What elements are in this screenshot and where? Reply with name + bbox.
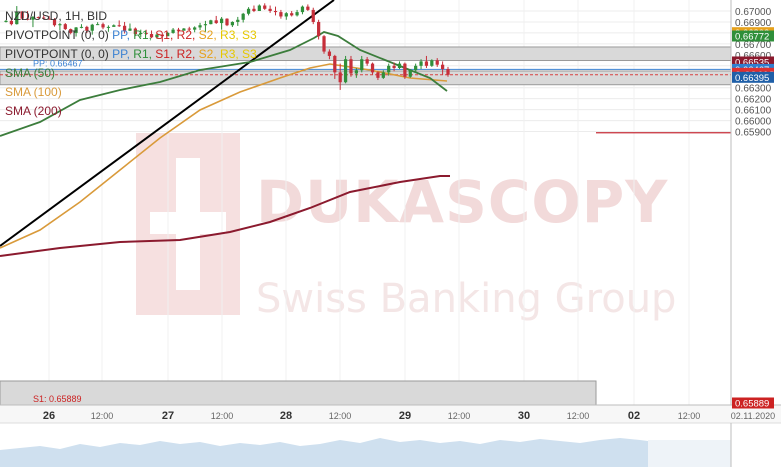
candle-body [430, 60, 434, 66]
candle-body [419, 61, 423, 66]
candle-body [343, 59, 348, 83]
watermark-tagline: Swiss Banking Group [256, 276, 676, 322]
candle-body [327, 51, 332, 56]
candle-body [376, 72, 380, 78]
candle-body [387, 65, 391, 73]
candle-body [300, 6, 305, 13]
x-tick-label: 02 [628, 410, 640, 422]
support-zone [0, 380, 597, 406]
legend-pivot-part: S3 [242, 28, 257, 42]
price-tag-label: 0.65889 [735, 399, 769, 410]
legend-pivot-part: S1, [155, 28, 177, 42]
candle-body [440, 64, 445, 70]
y-tick-label: 0.65900 [735, 128, 772, 139]
legend-sma-200[interactable]: SMA (200) [5, 102, 257, 121]
candle-body [317, 21, 321, 37]
candle-body [333, 55, 337, 73]
candle-body [414, 65, 418, 71]
candle-body [311, 9, 315, 22]
candle-body [370, 63, 375, 73]
candle-body [268, 8, 272, 11]
candle-body [381, 72, 385, 78]
legend-pivot-1[interactable]: PIVOTPOINT (0, 0) PP, R1, S1, R2, S2, R3… [5, 26, 257, 45]
candle-body [263, 5, 267, 9]
candle-body [322, 36, 326, 52]
legend-pivot-part: S2, [198, 28, 221, 42]
legend-pivot-part: R3, [220, 47, 243, 61]
legend-pivot-2[interactable]: PIVOTPOINT (0, 0) PP, R1, S1, R2, S2, R3… [5, 45, 257, 64]
y-tick-label: 0.67000 [735, 7, 772, 18]
candle-body [279, 12, 283, 17]
legend-pivot-part: R2, [176, 28, 199, 42]
candle-body [397, 63, 402, 68]
legend-pivot-part: S3 [242, 47, 257, 61]
candle-body [403, 63, 407, 77]
volume-panel [0, 422, 781, 467]
x-tick-label: 12:00 [448, 411, 471, 421]
y-tick-label: 0.66000 [735, 117, 772, 128]
watermark-brand: DUKASCOPY [256, 168, 668, 236]
price-tag-label: 0.66772 [735, 31, 769, 42]
candle-body [284, 13, 288, 17]
candle-body [273, 11, 278, 13]
x-tick-label: 26 [43, 410, 55, 422]
candle-body [408, 70, 412, 77]
candle-body [290, 13, 294, 16]
watermark: DUKASCOPY Swiss Banking Group [136, 133, 676, 322]
time-axis: 26 12:00 27 12:00 28 12:00 29 12:00 30 12:00 02 12:… [0, 404, 781, 423]
y-tick-label: 0.66100 [735, 106, 772, 117]
candle-body [306, 6, 310, 10]
chart-legend: NZD/USD, 1H, BID PIVOTPOINT (0, 0) PP, R… [5, 7, 257, 121]
x-tick-label: 12:00 [329, 411, 352, 421]
x-tick-label: 12:00 [211, 411, 234, 421]
candle-body [360, 59, 364, 71]
candle-body [446, 69, 450, 75]
x-tick-label: 30 [518, 410, 530, 422]
legend-pivot-part: R3, [220, 28, 243, 42]
x-tick-label: 12:00 [567, 411, 590, 421]
legend-pivot-label: PIVOTPOINT (0, 0) [5, 28, 113, 42]
candle-body [424, 61, 429, 66]
legend-pivot-part: PP, [112, 47, 134, 61]
s1-label: S1: 0.65889 [33, 394, 82, 404]
legend-pivot-part: R2, [176, 47, 199, 61]
candle-body [257, 5, 261, 11]
candle-body [338, 72, 342, 83]
x-tick-label: 29 [399, 410, 411, 422]
candle-body [392, 65, 396, 68]
legend-instrument: NZD/USD, 1H, BID [5, 9, 108, 23]
y-tick-label: 0.66200 [735, 95, 772, 106]
chart-window: DUKASCOPY Swiss Banking Group S1: 0.6588… [0, 0, 781, 467]
legend-sma-50[interactable]: SMA (50) [5, 64, 257, 83]
price-tag-label: 0.66395 [735, 73, 769, 84]
legend-pivot-part: PP, [112, 28, 134, 42]
x-tick-label: 28 [280, 410, 292, 422]
legend-pivot-part: R1, [133, 47, 156, 61]
candle-body [354, 70, 358, 74]
legend-pivot-part: S2, [198, 47, 221, 61]
legend-pivot-part: S1, [155, 47, 177, 61]
x-tick-label: 12:00 [678, 411, 701, 421]
candle-body [349, 59, 353, 74]
candle-body [295, 12, 299, 16]
y-tick-label: 0.66300 [735, 84, 772, 95]
volume-future [648, 440, 731, 467]
watermark-logo-cross [150, 212, 226, 234]
candle-body [435, 60, 439, 65]
x-tick-label: 27 [162, 410, 174, 422]
time-axis-band [0, 405, 781, 423]
candle-body [365, 59, 369, 64]
legend-pivot-label: PIVOTPOINT (0, 0) [5, 47, 113, 61]
legend-pivot-part: R1, [133, 28, 156, 42]
legend-sma-100[interactable]: SMA (100) [5, 83, 257, 102]
x-tick-label: 02.11.2020 [731, 411, 775, 421]
x-tick-label: 12:00 [91, 411, 114, 421]
